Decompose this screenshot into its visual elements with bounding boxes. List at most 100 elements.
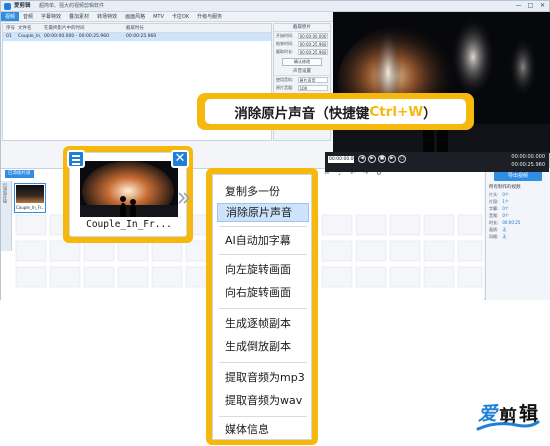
menu-item-transition[interactable]: 转场特效 (93, 12, 121, 21)
close-window-button[interactable]: ✕ (538, 2, 547, 10)
menu-item-style[interactable]: 画面风格 (121, 12, 149, 21)
info-row-subtitles: 字幕: 0个 (489, 206, 509, 212)
cell-duration: 00:00:25.960 (126, 34, 157, 39)
menu-item-upgrade[interactable]: 升级与服务 (193, 12, 226, 21)
maximize-button[interactable]: □ (526, 2, 535, 10)
brand-logo: 爱 剪 辑 (476, 397, 542, 435)
play-icon[interactable]: ▶ (368, 155, 376, 163)
menu-item-extract-wav[interactable]: 提取音频为wav (217, 391, 309, 410)
menu-item-ai-subtitle[interactable]: AI自动加字幕 (217, 231, 309, 250)
fountain-scene-image (333, 12, 550, 153)
menu-item-frame-copy[interactable]: 生成逐帧副本 (217, 314, 309, 333)
callout-text: 消除原片声音（快捷键 (234, 105, 370, 122)
list-line (72, 163, 80, 165)
list-line (72, 159, 80, 161)
col-header-duration[interactable]: 截取时长 (123, 24, 163, 32)
info-row-audio: 音频: 0个 (489, 213, 509, 219)
menu-item-rotate-left[interactable]: 向左旋转画面 (217, 260, 309, 279)
minimize-button[interactable]: — (514, 2, 523, 10)
shortcut-callout: 消除原片声音（快捷键 Ctrl+W） (197, 93, 474, 130)
chevron-right-icon (178, 192, 191, 204)
info-label: 片头: (489, 192, 499, 197)
setting-row-volume: 原片音量: 100 (274, 84, 330, 92)
list-line (72, 155, 80, 157)
menu-separator (219, 308, 307, 309)
video-player[interactable] (333, 12, 550, 153)
end-time-label: 结束时间: (276, 41, 294, 46)
menu-item-overlay[interactable]: 叠加素材 (65, 12, 93, 21)
info-row-duration: 时长: 00:00:25 (489, 220, 520, 226)
total-time: 00:00:25.960 (511, 162, 545, 168)
current-time: 00:00:00.000 (511, 154, 545, 160)
menu-item-rotate-right[interactable]: 向右旋转画面 (217, 283, 309, 302)
callout-shortcut: Ctrl+W (369, 103, 424, 120)
menu-item-subtitle[interactable]: 字幕特效 (37, 12, 65, 21)
col-header-index[interactable]: 序号 (3, 24, 15, 32)
timeline-clip-thumb[interactable]: Couple_In_Fr... (14, 183, 46, 213)
context-menu-highlight: 复制多一份 消除原片声音 AI自动加字幕 向左旋转画面 向右旋转画面 生成逐帧副… (206, 168, 318, 445)
info-label: 字幕: (489, 206, 499, 211)
audio-track-label: 使用音轨: (276, 77, 294, 82)
clip-filename: Couple_In_Fr... (86, 219, 172, 230)
close-icon[interactable]: ✕ (171, 150, 189, 168)
start-time-input[interactable]: 00:00:00.000 (297, 33, 328, 39)
info-value: 0个 (502, 192, 509, 197)
info-row-style: 风格: 无 (489, 234, 506, 240)
info-row-intro: 片头: 0个 (489, 192, 509, 198)
info-label: 画质: (489, 227, 499, 232)
list-icon[interactable] (67, 150, 85, 168)
prev-frame-icon[interactable]: ◀ (358, 155, 366, 163)
cell-index: 01 (6, 34, 12, 39)
menu-item-audio[interactable]: 音频 (19, 12, 37, 21)
end-time-input[interactable]: 00:00:25.960 (297, 41, 328, 47)
menu-item-video[interactable]: 视频 (1, 12, 20, 21)
menu-item-duplicate[interactable]: 复制多一份 (217, 182, 309, 201)
volume-label: 原片音量: (276, 85, 294, 90)
clip-thumbnail-image (80, 161, 178, 217)
menu-item-reverse-copy[interactable]: 生成倒放副本 (217, 337, 309, 356)
tab-added-clips[interactable]: 已添加片段 (5, 170, 34, 178)
seek-time-input[interactable]: 00:00:00.000 (328, 156, 359, 163)
cell-time: 00:00:00.000 - 00:00:25.960 (44, 34, 109, 39)
cell-filename: Couple_In_Fr... (18, 34, 41, 39)
settings-title-audio: 声音设置 (274, 68, 330, 76)
info-value: 1个 (502, 199, 509, 204)
main-menu: 视频 音频 字幕特效 叠加素材 转场特效 画面风格 MTV 卡拉OK 升级与服务 (1, 12, 333, 22)
menu-separator (219, 362, 307, 363)
info-label: 风格: (489, 234, 499, 239)
menu-item-extract-mp3[interactable]: 提取音频为mp3 (217, 368, 309, 387)
volume-input[interactable]: 100 (297, 85, 328, 91)
col-header-time[interactable]: 在最终影片中的时间 (41, 24, 123, 32)
audio-track-select[interactable]: 原片声音 (297, 77, 328, 83)
settings-title-trim: 截取原片 (274, 24, 330, 32)
confirm-button[interactable]: 确认修改 (282, 58, 322, 66)
info-label: 音频: (489, 213, 499, 218)
info-row-clips: 片段: 1个 (489, 199, 509, 205)
menu-item-mtv[interactable]: MTV (149, 12, 168, 21)
info-value: 0个 (502, 206, 509, 211)
title-bar: 爱剪辑 超简单、强大的视频剪辑软件 — □ ✕ (1, 1, 549, 12)
info-row-quality: 画质: 无 (489, 227, 506, 233)
clip-card[interactable]: Couple_In_Fr... ✕ (67, 150, 189, 237)
fullscreen-icon[interactable]: ◻ (398, 155, 406, 163)
export-video-button[interactable]: 导出视频 (494, 171, 542, 181)
setting-row-end: 结束时间: 00:00:25.960 (274, 40, 330, 48)
info-value: 00:00:25 (502, 220, 521, 225)
app-logo-icon (4, 3, 11, 10)
info-value: 0个 (502, 213, 509, 218)
duration-label: 截取时长: (276, 49, 294, 54)
menu-item-karaoke[interactable]: 卡拉OK (168, 12, 193, 21)
setting-row-track: 使用音轨: 原片声音 (274, 76, 330, 84)
menu-item-remove-audio[interactable]: 消除原片声音 (217, 203, 309, 222)
table-row[interactable]: 01 Couple_In_Fr... 00:00:00.000 - 00:00:… (3, 33, 271, 41)
duration-input[interactable]: 00:00:25.960 (297, 49, 328, 55)
info-value: 无 (502, 227, 507, 232)
col-header-filename[interactable]: 文件名 (15, 24, 41, 32)
menu-separator (219, 254, 307, 255)
menu-separator (219, 416, 307, 417)
player-controls: 00:00:00.000 ◀ ▶ ■ ▶ ◻ 00:00:00.000 00:0… (325, 152, 549, 172)
stop-icon[interactable]: ■ (378, 155, 386, 163)
next-frame-icon[interactable]: ▶ (388, 155, 396, 163)
context-menu: 复制多一份 消除原片声音 AI自动加字幕 向左旋转画面 向右旋转画面 生成逐帧副… (212, 174, 312, 440)
menu-item-media-info[interactable]: 媒体信息 (217, 420, 309, 439)
